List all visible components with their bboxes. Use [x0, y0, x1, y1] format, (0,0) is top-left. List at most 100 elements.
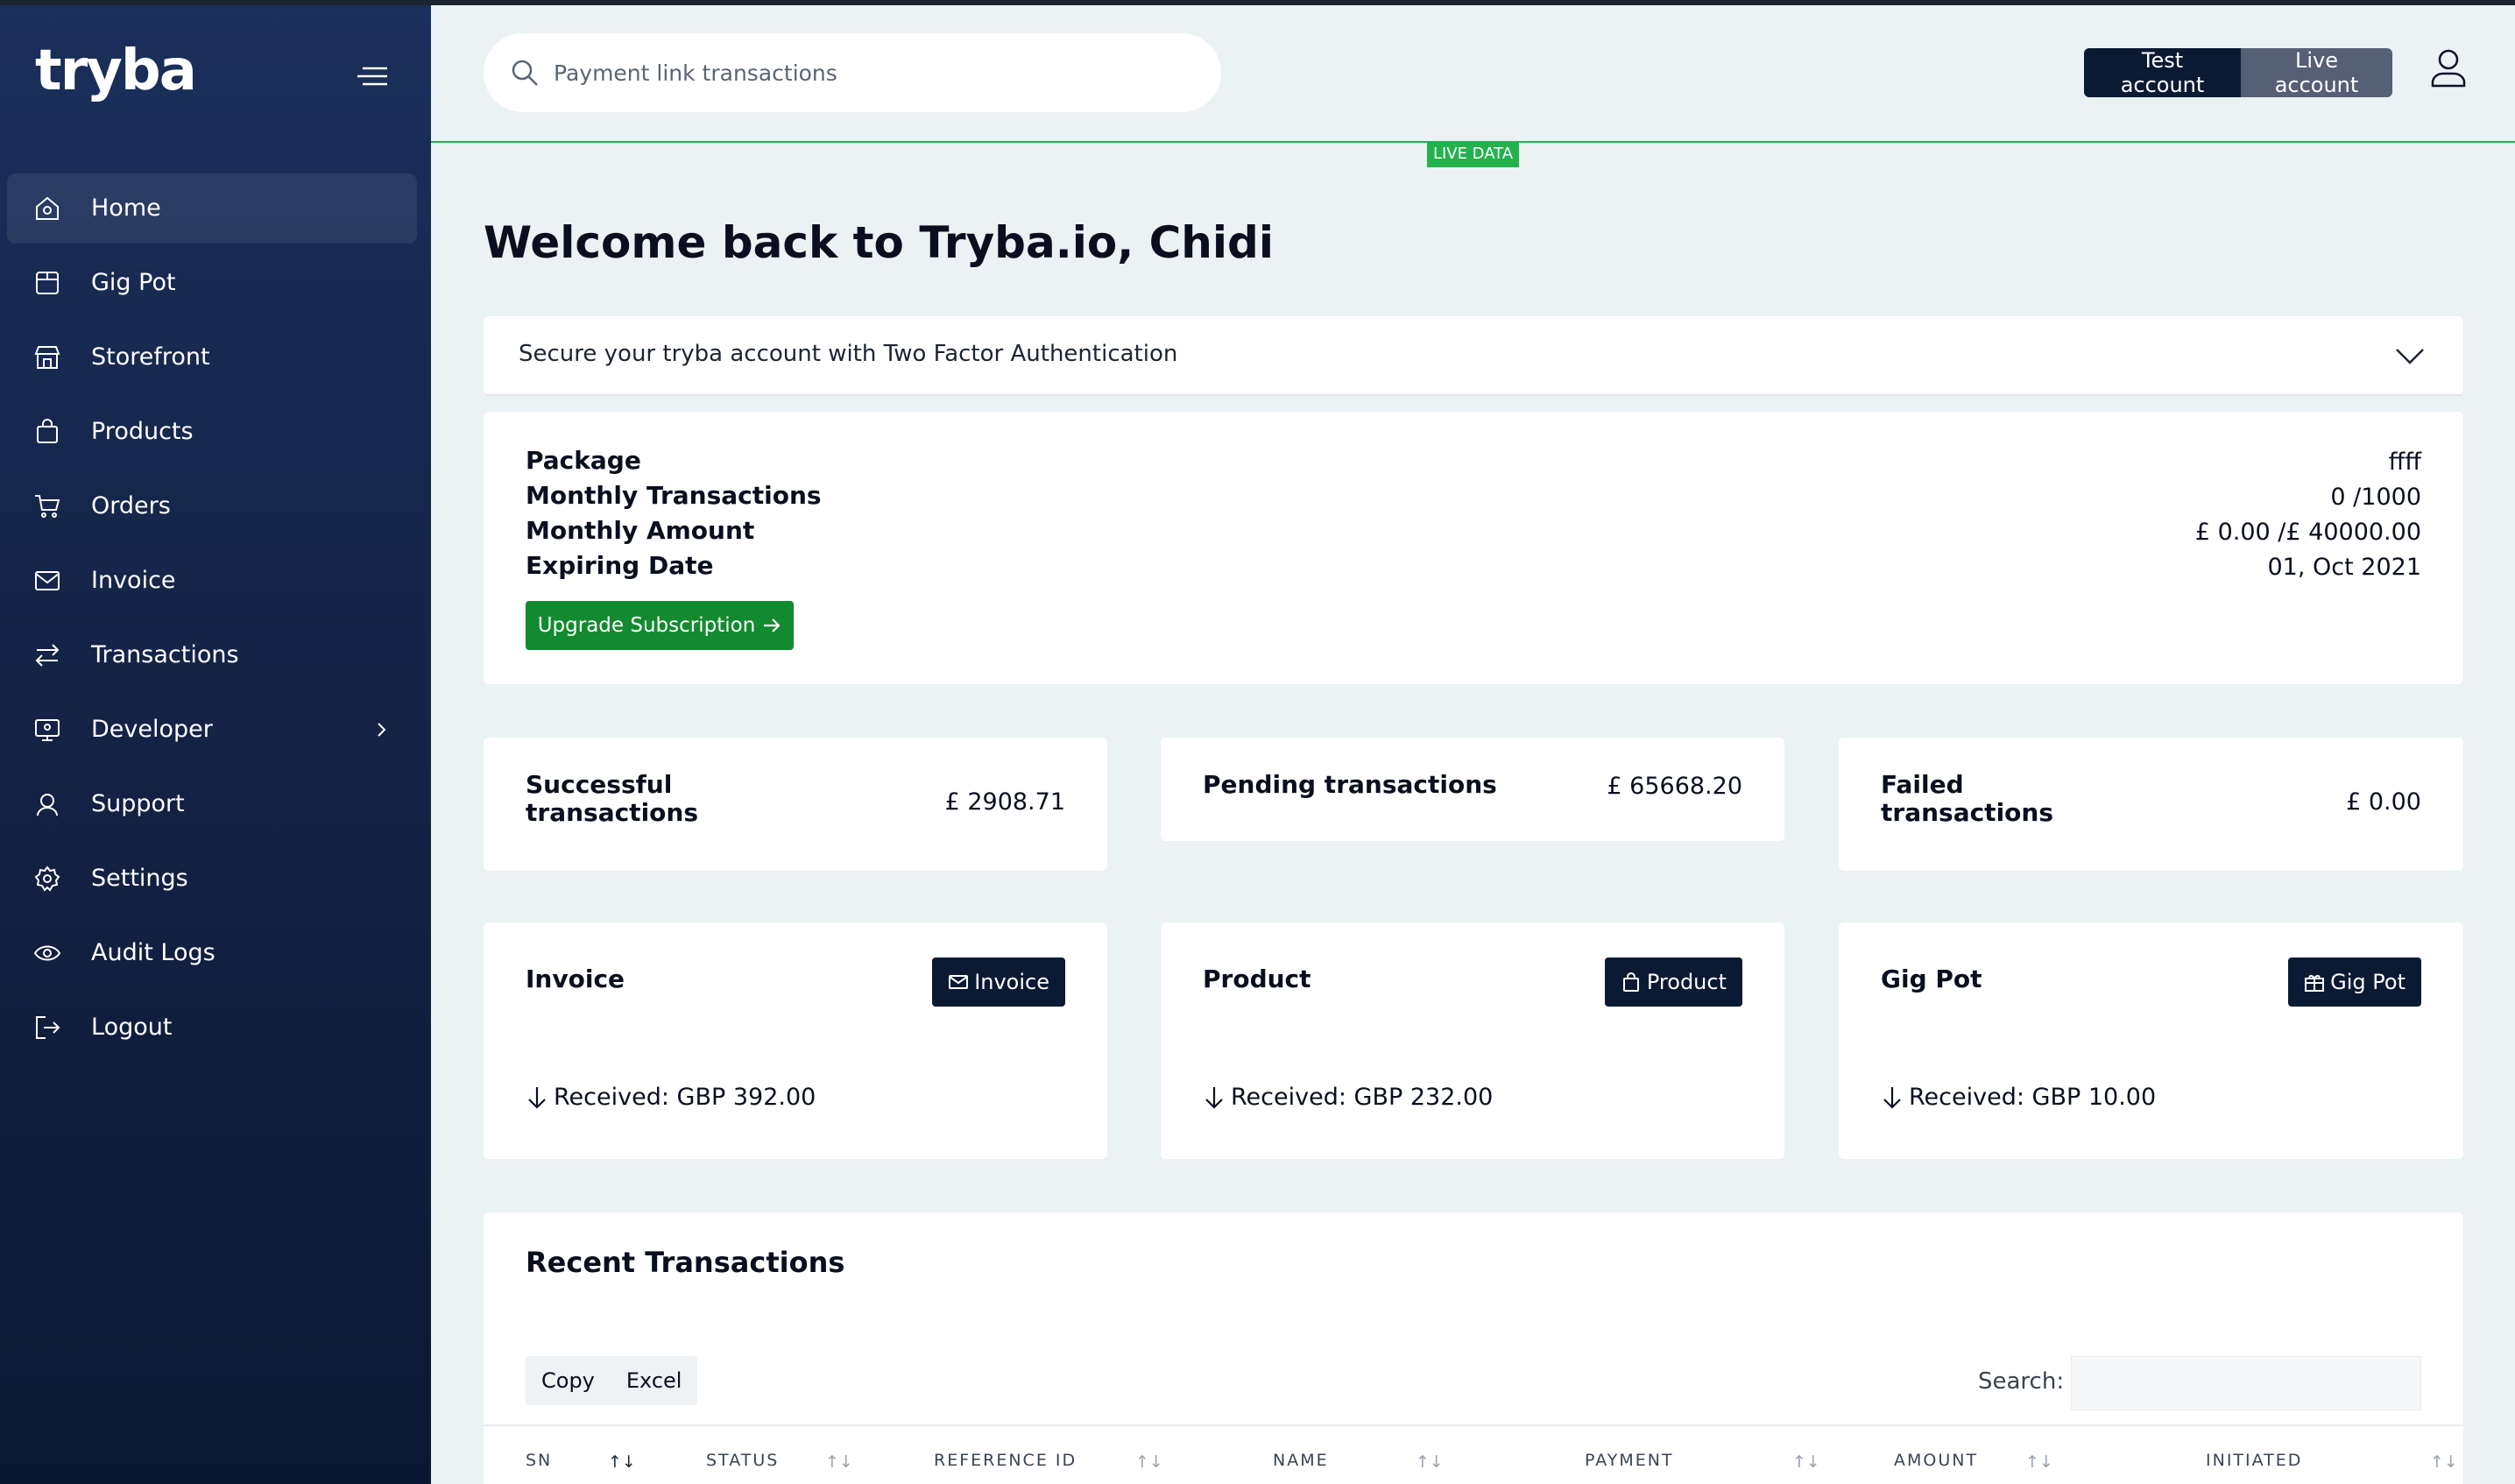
sidebar-item-label: Home: [91, 194, 161, 222]
sidebar-item-developer[interactable]: Developer: [7, 695, 417, 765]
column-header-status[interactable]: STATUS: [706, 1451, 779, 1470]
label-line: Failed: [1881, 770, 1964, 799]
sidebar-item-label: Support: [91, 790, 185, 817]
two-factor-banner[interactable]: Secure your tryba account with Two Facto…: [484, 316, 2463, 396]
column-header-payment[interactable]: PAYMENT: [1585, 1451, 1674, 1470]
account-mode-toggle: Test account Live account: [2084, 48, 2392, 97]
successful-transactions-value: £ 2908.71: [944, 788, 1065, 816]
home-icon: [36, 196, 59, 220]
global-search: [484, 33, 1221, 112]
gear-icon: [34, 866, 60, 892]
arrow-down-icon: [1205, 1086, 1223, 1109]
arrow-right-icon: [764, 618, 781, 632]
search-input[interactable]: [554, 53, 1167, 93]
failed-transactions-card: Failed transactions £ 0.00: [1839, 738, 2463, 871]
sidebar-item-label: Developer: [91, 716, 213, 743]
column-header-amount[interactable]: AMOUNT: [1894, 1451, 1978, 1470]
column-header-initiated[interactable]: INITIATED: [2206, 1451, 2302, 1470]
tryba-logo[interactable]: tryba: [35, 44, 228, 114]
product-button[interactable]: Product: [1604, 958, 1742, 1007]
expiring-date-value: 01, Oct 2021: [2267, 554, 2422, 581]
gig-pot-received-text: Received: GBP 10.00: [1909, 1084, 2157, 1111]
column-header-sn[interactable]: SN: [526, 1451, 552, 1470]
test-account-button[interactable]: Test account: [2084, 48, 2241, 97]
label-line: Successful: [526, 770, 673, 799]
svg-text:tryba: tryba: [35, 44, 195, 103]
support-icon: [37, 794, 58, 816]
sidebar-item-label: Products: [91, 418, 194, 445]
sidebar-item-transactions[interactable]: Transactions: [7, 620, 417, 690]
sort-icon[interactable]: ↑↓: [1416, 1452, 1444, 1472]
export-buttons: Copy Excel: [526, 1356, 698, 1405]
table-header: SN ↑↓ STATUS ↑↓ REFERENCE ID ↑↓ NAME ↑↓ …: [484, 1424, 2463, 1484]
sidebar-item-products[interactable]: Products: [7, 397, 417, 467]
sidebar-item-label: Audit Logs: [91, 939, 215, 966]
sort-icon[interactable]: ↑↓: [1135, 1452, 1163, 1472]
logout-icon: [36, 1016, 60, 1039]
eye-icon: [33, 945, 61, 961]
sort-icon[interactable]: ↑↓: [825, 1452, 853, 1472]
sidebar: tryba Home Gig Pot Storefront Products O…: [0, 5, 431, 1484]
label-line: transactions: [1881, 798, 2053, 827]
excel-button[interactable]: Excel: [611, 1368, 698, 1393]
shopping-bag-icon: [37, 419, 58, 443]
sidebar-item-support[interactable]: Support: [7, 769, 417, 839]
sort-icon[interactable]: ↑↓: [1792, 1452, 1820, 1472]
column-header-name[interactable]: NAME: [1273, 1451, 1329, 1470]
table-search-label: Search:: [1978, 1368, 2065, 1395]
gig-pot-card: Gig Pot Gig Pot Received: GBP 10.00: [1839, 922, 2463, 1159]
page-title: Welcome back to Tryba.io, Chidi: [484, 217, 1274, 268]
gift-icon: [2305, 975, 2325, 992]
invoice-card: Invoice Invoice Received: GBP 392.00: [484, 922, 1107, 1159]
sidebar-item-label: Orders: [91, 492, 171, 519]
sidebar-item-logout[interactable]: Logout: [7, 993, 417, 1063]
sidebar-item-home[interactable]: Home: [7, 173, 417, 244]
column-header-reference-id[interactable]: REFERENCE ID: [934, 1451, 1077, 1470]
recent-transactions-card: Recent Transactions Copy Excel Search: S…: [484, 1212, 2463, 1484]
pending-transactions-value: £ 65668.20: [1607, 773, 1742, 800]
sidebar-item-orders[interactable]: Orders: [7, 471, 417, 541]
invoice-received-text: Received: GBP 392.00: [554, 1084, 816, 1111]
upgrade-label: Upgrade Subscription: [537, 614, 756, 637]
table-search-input[interactable]: [2071, 1356, 2421, 1410]
recent-transactions-title: Recent Transactions: [526, 1246, 845, 1279]
subscription-card: Package Monthly Transactions Monthly Amo…: [484, 412, 2463, 684]
menu-toggle-icon[interactable]: [356, 63, 389, 89]
invoice-button[interactable]: Invoice: [932, 958, 1065, 1007]
user-profile-icon[interactable]: [2430, 47, 2467, 89]
sidebar-item-label: Transactions: [91, 641, 239, 668]
subscription-labels: Package Monthly Transactions Monthly Amo…: [526, 443, 822, 583]
successful-transactions-label: Successful transactions: [526, 771, 698, 827]
invoice-received: Received: GBP 392.00: [526, 1084, 816, 1111]
pending-transactions-label: Pending transactions: [1203, 770, 1497, 799]
sidebar-item-invoice[interactable]: Invoice: [7, 546, 417, 616]
sidebar-item-settings[interactable]: Settings: [7, 844, 417, 914]
upgrade-subscription-button[interactable]: Upgrade Subscription: [526, 601, 794, 650]
sidebar-nav: Home Gig Pot Storefront Products Orders: [7, 173, 417, 1067]
monthly-transactions-label: Monthly Transactions: [526, 481, 822, 510]
product-received-text: Received: GBP 232.00: [1231, 1084, 1494, 1111]
sort-icon[interactable]: ↑↓: [2025, 1452, 2053, 1472]
sidebar-item-gig-pot[interactable]: Gig Pot: [7, 248, 417, 318]
sidebar-item-label: Logout: [91, 1014, 173, 1041]
live-account-button[interactable]: Live account: [2241, 48, 2392, 97]
envelope-icon: [949, 975, 969, 989]
product-card: Product Product Received: GBP 232.00: [1161, 922, 1784, 1159]
package-label: Package: [526, 446, 641, 475]
gig-pot-received: Received: GBP 10.00: [1881, 1084, 2156, 1111]
envelope-icon: [35, 571, 60, 590]
failed-transactions-label: Failed transactions: [1881, 771, 2053, 827]
sort-icon[interactable]: ↑↓: [608, 1452, 636, 1472]
failed-transactions-value: £ 0.00: [2346, 788, 2421, 816]
monthly-transactions-value: 0 /1000: [2330, 484, 2421, 511]
gig-pot-title: Gig Pot: [1881, 965, 1982, 993]
product-button-label: Product: [1646, 970, 1727, 994]
product-received: Received: GBP 232.00: [1203, 1084, 1493, 1111]
sort-icon[interactable]: ↑↓: [2430, 1452, 2458, 1472]
sidebar-item-audit-logs[interactable]: Audit Logs: [7, 918, 417, 988]
gig-pot-button[interactable]: Gig Pot: [2288, 958, 2421, 1007]
shopping-bag-icon: [1622, 972, 1639, 992]
copy-button[interactable]: Copy: [526, 1368, 611, 1393]
successful-transactions-card: Successful transactions £ 2908.71: [484, 738, 1107, 871]
sidebar-item-storefront[interactable]: Storefront: [7, 322, 417, 392]
